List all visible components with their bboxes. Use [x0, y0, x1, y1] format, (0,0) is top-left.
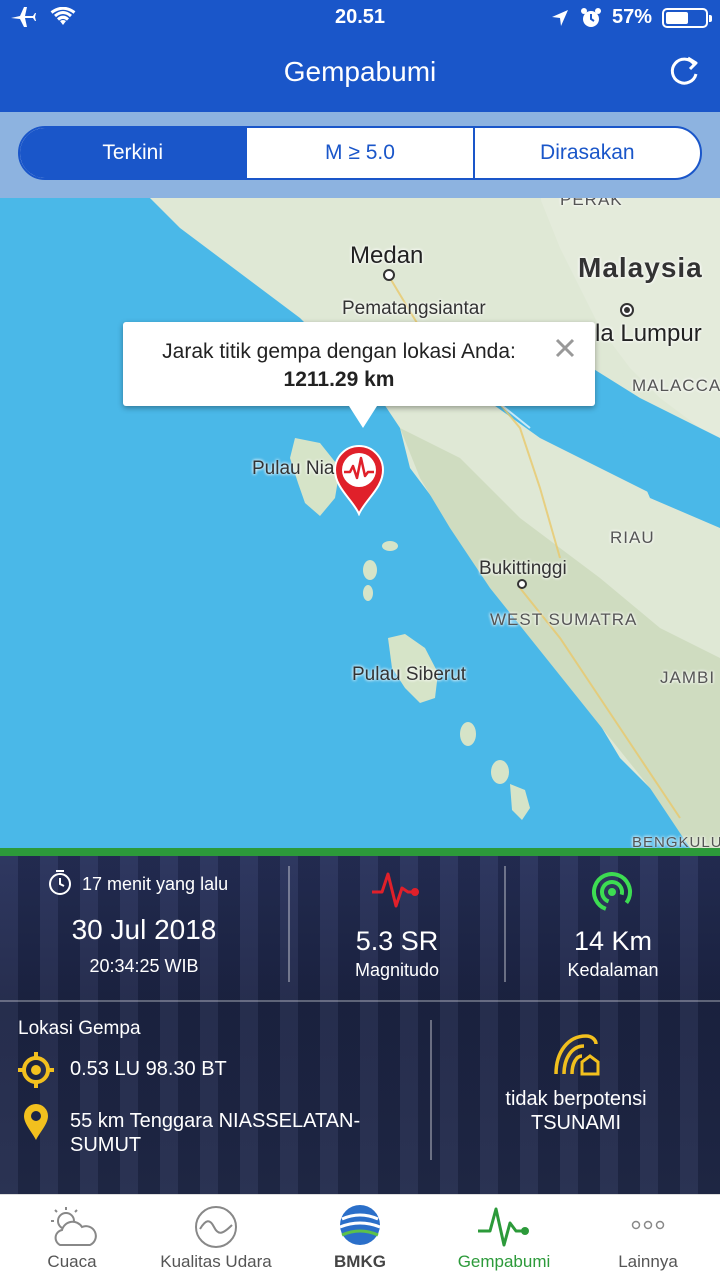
more-dots-icon [631, 1220, 665, 1230]
map-label-bukittinggi: Bukittinggi [479, 558, 567, 579]
map-label-malacca: MALACCA [632, 376, 720, 395]
location-place-line1: 55 km Tenggara NIASSELATAN- [70, 1110, 361, 1132]
battery-level [666, 11, 688, 24]
event-date: 30 Jul 2018 [71, 914, 217, 945]
tab-label-lainnya: Lainnya [618, 1252, 678, 1271]
air-quality-icon [195, 1206, 237, 1248]
map-label-pulau-siberut: Pulau Siberut [352, 664, 467, 685]
tab-label-cuaca: Cuaca [47, 1252, 97, 1271]
location-pin-icon [24, 1104, 48, 1140]
tab-kualitas-udara[interactable]: Kualitas Udara [144, 1195, 288, 1280]
battery-percent: 57% [611, 6, 652, 28]
tab-label-gempabumi: Gempabumi [457, 1252, 551, 1271]
depth-label: Kedalaman [567, 960, 659, 980]
tsunami-wave-icon [554, 1034, 600, 1076]
earthquake-map[interactable]: PERAK Medan Malaysia Pematangsiantar la … [0, 198, 720, 848]
crosshair-icon [18, 1052, 54, 1088]
coordinates: 0.53 LU 98.30 BT [70, 1058, 227, 1080]
city-marker-kuala-lumpur [620, 303, 634, 317]
tsunami-status-line1: tidak berpotensi [505, 1088, 647, 1110]
map-label-riau: RIAU [610, 528, 655, 547]
map-label-malaysia: Malaysia [578, 252, 703, 283]
city-marker-medan [383, 269, 395, 281]
bmkg-logo [339, 1205, 381, 1245]
map-label-medan: Medan [350, 242, 424, 269]
location-arrow-icon [551, 9, 568, 26]
depth-value: 14 Km [573, 926, 653, 956]
tab-gempabumi[interactable]: Gempabumi [432, 1195, 576, 1280]
earthquake-marker-icon[interactable] [333, 444, 385, 516]
stopwatch-icon [49, 870, 71, 895]
city-marker-bukittinggi [517, 579, 527, 589]
map-label-pematangsiantar: Pematangsiantar [342, 298, 486, 319]
status-bar: 20.51 57% [0, 0, 720, 38]
page-title: Gempabumi [283, 56, 437, 87]
magnitude-icon [372, 872, 419, 908]
seismograph-icon [478, 1207, 529, 1247]
tab-terkini[interactable]: Terkini [20, 128, 246, 178]
cloud-sun-icon [51, 1207, 97, 1246]
tab-lainnya[interactable]: Lainnya [576, 1195, 720, 1280]
map-label-west-sumatra: WEST SUMATRA [490, 610, 638, 629]
tab-bmkg[interactable]: BMKG [288, 1195, 432, 1280]
tab-dirasakan[interactable]: Dirasakan [472, 128, 700, 178]
close-icon[interactable] [553, 336, 577, 360]
tab-label-kualitas-udara: Kualitas Udara [160, 1252, 272, 1271]
divider [0, 1000, 720, 1002]
earthquake-info-panel: 17 menit yang lalu 30 Jul 2018 20:34:25 … [0, 848, 720, 1194]
depth-icon [592, 872, 632, 912]
tsunami-status-line2: TSUNAMI [531, 1112, 621, 1134]
map-label-perak: PERAK [560, 198, 623, 209]
tab-label-bmkg: BMKG [334, 1252, 386, 1271]
panel-accent-line [0, 848, 720, 856]
map-label-jambi: JAMBI [660, 668, 716, 687]
magnitude-value: 5.3 SR [355, 926, 439, 956]
time-ago: 17 menit yang lalu [82, 874, 229, 894]
popup-distance-value: 1211.29 km [283, 368, 395, 391]
tab-magnitude-5[interactable]: M ≥ 5.0 [245, 128, 472, 178]
map-landmass [150, 198, 720, 848]
distance-popup: Jarak titik gempa dengan lokasi Anda: 12… [123, 322, 595, 428]
battery-icon [662, 7, 712, 28]
location-place-line2: SUMUT [70, 1134, 142, 1156]
refresh-icon[interactable] [664, 52, 704, 92]
filter-bar: Terkini M ≥ 5.0 Dirasakan [0, 112, 720, 198]
popup-distance-label: Jarak titik gempa dengan lokasi Anda: [162, 340, 516, 363]
tab-cuaca[interactable]: Cuaca [0, 1195, 144, 1280]
bottom-tab-bar: Cuaca Kualitas Udara BMKG Gempabumi Lain… [0, 1194, 720, 1280]
app-header: Gempabumi [0, 38, 720, 112]
map-label-kuala-lumpur: la Lumpur [595, 320, 702, 347]
alarm-icon [580, 7, 601, 27]
map-label-pulau-nias: Pulau Nia [252, 458, 335, 479]
magnitude-label: Magnitudo [354, 960, 440, 980]
location-title: Lokasi Gempa [18, 1018, 141, 1039]
map-label-bengkulu: BENGKULU [632, 834, 720, 848]
segmented-control: Terkini M ≥ 5.0 Dirasakan [18, 126, 702, 180]
event-time: 20:34:25 WIB [89, 956, 199, 976]
